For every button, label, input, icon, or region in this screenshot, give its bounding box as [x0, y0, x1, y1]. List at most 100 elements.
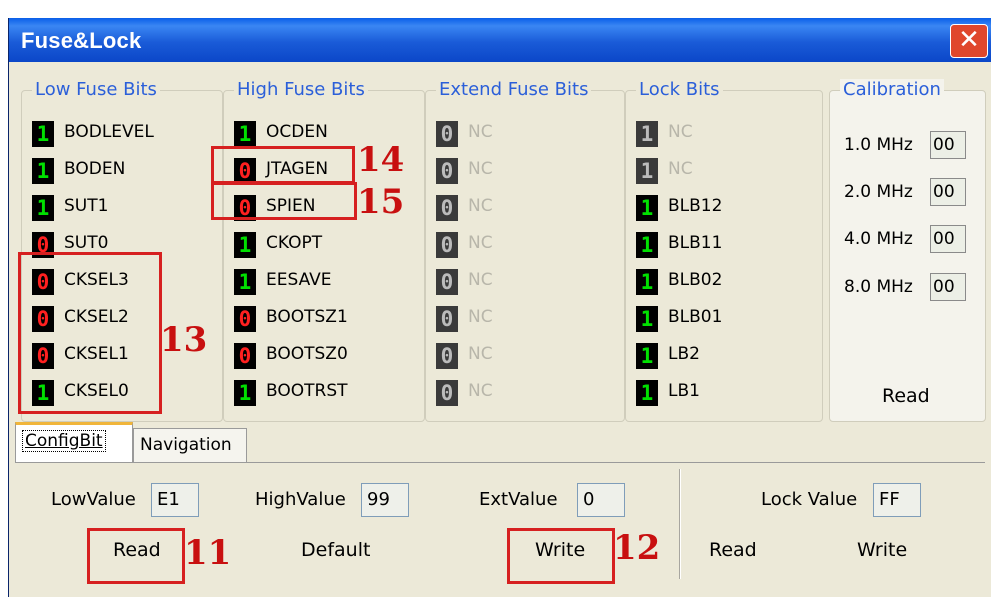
lock-bit-row: 1 LB2: [636, 341, 836, 371]
high-fuse-bits-title: High Fuse Bits: [234, 79, 368, 100]
bit-value-toggle[interactable]: 1: [636, 380, 658, 406]
bit-value-toggle: 0: [436, 158, 458, 184]
bit-label: BLB11: [668, 233, 723, 253]
bit-value-toggle: 0: [436, 343, 458, 369]
high-value-label: HighValue: [255, 489, 346, 510]
bit-label: CKOPT: [266, 233, 323, 253]
close-icon[interactable]: ✕: [950, 24, 988, 58]
bit-value-toggle[interactable]: 1: [636, 195, 658, 221]
bit-label: EESAVE: [266, 270, 332, 290]
callout-box-13: [18, 252, 162, 414]
ext-bit-row: 0 NC: [436, 230, 636, 260]
lock-write-button[interactable]: Write: [857, 539, 907, 561]
title-bar[interactable]: Fuse&Lock ✕: [9, 18, 991, 62]
high-bit-row: 0 BOOTSZ1: [234, 304, 434, 334]
calibration-value[interactable]: 00: [930, 273, 966, 301]
panel-divider: [679, 469, 681, 579]
lock-bit-row: 1 BLB12: [636, 193, 836, 223]
low-bit-row: 1 SUT1: [32, 193, 232, 223]
calibration-value[interactable]: 00: [930, 131, 966, 159]
bit-label: OCDEN: [266, 122, 328, 142]
bit-value-toggle[interactable]: 0: [234, 343, 256, 369]
bit-value-toggle: 0: [436, 195, 458, 221]
bit-label: BLB12: [668, 196, 723, 216]
lock-bits-group: Lock Bits 1 NC 1 NC 1 BLB12 1 BLB11 1 BLB02 1 BLB01…: [625, 79, 823, 422]
bit-label: BODLEVEL: [64, 122, 154, 142]
calibration-value[interactable]: 00: [930, 178, 966, 206]
window-title: Fuse&Lock: [21, 28, 142, 53]
bit-value-toggle[interactable]: 0: [234, 306, 256, 332]
bit-label: BOOTSZ1: [266, 307, 348, 327]
bit-value-toggle[interactable]: 1: [636, 269, 658, 295]
ext-bit-row: 0 NC: [436, 267, 636, 297]
bit-label: SUT1: [64, 196, 109, 216]
tab-configbit[interactable]: ConfigBit: [15, 422, 133, 465]
callout-box-11: [87, 528, 185, 584]
calibration-label: 2.0 MHz: [844, 182, 913, 202]
bit-value-toggle[interactable]: 1: [32, 158, 54, 184]
calibration-value[interactable]: 00: [930, 225, 966, 253]
ext-value-field[interactable]: 0: [577, 483, 625, 517]
high-bit-row: 1 BOOTRST: [234, 378, 434, 408]
ext-bit-row: 0 NC: [436, 304, 636, 334]
lock-bit-row: 1 NC: [636, 156, 836, 186]
bit-label: BODEN: [64, 159, 126, 179]
tab-navigation[interactable]: Navigation: [133, 428, 247, 463]
bit-label: NC: [468, 122, 493, 142]
bit-value-toggle[interactable]: 1: [32, 121, 54, 147]
bit-value-toggle[interactable]: 1: [636, 343, 658, 369]
bit-label: BOOTRST: [266, 381, 348, 401]
bit-label: LB2: [668, 344, 700, 364]
bit-value-toggle[interactable]: 1: [32, 195, 54, 221]
bit-value-toggle: 0: [436, 232, 458, 258]
callout-box-15: [211, 182, 357, 220]
callout-number-15: 15: [357, 182, 405, 222]
low-value-field[interactable]: E1: [151, 483, 199, 517]
lock-value-field[interactable]: FF: [873, 483, 921, 517]
lock-bit-row: 1 BLB11: [636, 230, 836, 260]
bit-label: BOOTSZ0: [266, 344, 348, 364]
bit-value-toggle: 0: [436, 121, 458, 147]
bit-label: BLB01: [668, 307, 723, 327]
bit-value-toggle[interactable]: 1: [636, 306, 658, 332]
callout-number-11: 11: [184, 533, 232, 573]
ext-bit-row: 0 NC: [436, 341, 636, 371]
low-value-label: LowValue: [51, 489, 136, 510]
bit-value-toggle[interactable]: 1: [234, 269, 256, 295]
default-button[interactable]: Default: [301, 539, 370, 561]
low-bit-row: 1 BODEN: [32, 156, 232, 186]
high-bit-row: 0 BOOTSZ0: [234, 341, 434, 371]
lock-bit-row: 1 BLB01: [636, 304, 836, 334]
bit-value-toggle: 0: [436, 269, 458, 295]
bit-label: NC: [468, 233, 493, 253]
callout-number-12: 12: [613, 528, 661, 568]
bit-value-toggle: 0: [436, 380, 458, 406]
high-value-field[interactable]: 99: [361, 483, 409, 517]
callout-number-13: 13: [160, 320, 208, 360]
bit-value-toggle[interactable]: 1: [234, 121, 256, 147]
bit-value-toggle[interactable]: 1: [234, 232, 256, 258]
bit-label: NC: [468, 196, 493, 216]
ext-bit-row: 0 NC: [436, 378, 636, 408]
callout-box-14: [211, 146, 355, 184]
calibration-read-button[interactable]: Read: [882, 385, 930, 407]
bit-label: NC: [468, 159, 493, 179]
bit-value-toggle[interactable]: 1: [636, 232, 658, 258]
ext-bit-row: 0 NC: [436, 119, 636, 149]
lock-bit-row: 1 LB1: [636, 378, 836, 408]
bit-label: NC: [468, 270, 493, 290]
lock-read-button[interactable]: Read: [709, 539, 757, 561]
bit-label: NC: [468, 381, 493, 401]
lock-value-label: Lock Value: [761, 489, 858, 510]
low-fuse-bits-title: Low Fuse Bits: [32, 79, 160, 100]
ext-value-label: ExtValue: [479, 489, 558, 510]
lock-bits-title: Lock Bits: [636, 79, 723, 100]
calibration-title: Calibration: [840, 79, 944, 100]
calibration-label: 1.0 MHz: [844, 135, 913, 155]
bit-value-toggle[interactable]: 1: [234, 380, 256, 406]
calibration-label: 8.0 MHz: [844, 277, 913, 297]
bit-value-toggle: 1: [636, 121, 658, 147]
bit-value-toggle: 0: [436, 306, 458, 332]
bit-label: NC: [668, 159, 693, 179]
high-bit-row: 1 EESAVE: [234, 267, 434, 297]
